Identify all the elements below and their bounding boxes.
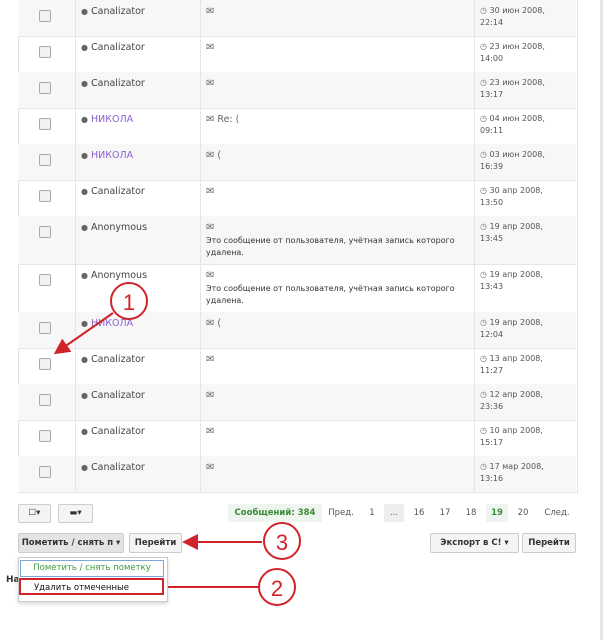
arrow-to-checkbox: [53, 312, 114, 355]
callout-2: 2: [258, 568, 296, 606]
callout-3: 3: [263, 522, 301, 560]
annotation-arrows: [53, 312, 262, 588]
callout-1: 1: [110, 282, 148, 320]
